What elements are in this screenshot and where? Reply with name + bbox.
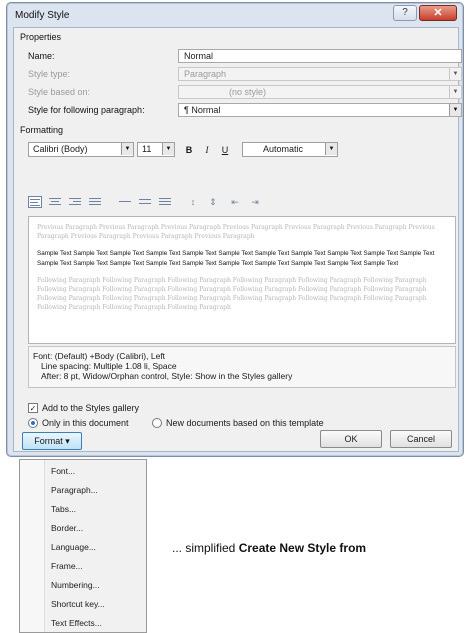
menu-item-tabs[interactable]: Tabs... [51,504,76,514]
one-half-spacing-icon[interactable] [138,196,152,208]
menu-item-numbering[interactable]: Numbering... [51,580,100,590]
align-center-icon[interactable] [48,196,62,208]
style-type-select[interactable]: Paragraph ▼ [178,67,462,81]
style-description: Font: (Default) +Body (Calibri), Left Li… [28,346,456,388]
description-line-3: After: 8 pt, Widow/Orphan control, Style… [41,371,293,381]
bold-button[interactable]: B [182,143,196,157]
chevron-down-icon: ▼ [449,68,461,80]
menu-item-shortcut-key[interactable]: Shortcut key... [51,599,105,609]
caption-bold: Create New Style from [238,541,367,555]
style-based-on-select[interactable]: (no style) ▼ [178,85,462,99]
title-bar: Modify Style ? ✕ [7,3,463,29]
sample-text: Sample Text Sample Text Sample Text Samp… [37,250,435,267]
add-to-gallery-label: Add to the Styles gallery [42,403,140,413]
new-documents-label: New documents based on this template [166,418,324,428]
ok-button[interactable]: OK [320,430,382,448]
new-documents-radio[interactable] [152,418,162,428]
modify-style-dialog: Modify Style ? ✕ Properties Name: Normal… [6,2,464,457]
name-label: Name: [28,51,55,61]
formatting-heading: Formatting [20,125,64,135]
style-type-value: Paragraph [184,69,227,79]
chevron-down-icon: ▼ [162,143,174,155]
double-spacing-icon[interactable] [158,196,172,208]
decrease-indent-icon[interactable]: ⇤ [228,195,242,209]
chevron-down-icon: ▼ [121,143,133,155]
style-based-on-value: (no style) [229,87,267,97]
italic-button[interactable]: I [200,143,214,157]
single-spacing-icon[interactable] [118,196,132,208]
chevron-down-icon: ▼ [449,86,461,98]
menu-item-frame[interactable]: Frame... [51,561,83,571]
menu-item-border[interactable]: Border... [51,523,83,533]
chevron-down-icon: ▼ [449,104,461,116]
font-size-select[interactable]: 11 ▼ [137,142,175,157]
previous-paragraph-text: Previous Paragraph Previous Paragraph Pr… [37,224,435,240]
menu-item-language[interactable]: Language... [51,542,96,552]
only-this-document-radio[interactable] [28,418,38,428]
name-field[interactable]: Normal [178,49,462,63]
following-paragraph-label: Style for following paragraph: [28,105,145,115]
font-color-select[interactable]: Automatic ▼ [242,142,338,157]
align-right-icon[interactable] [68,196,82,208]
chevron-down-icon: ▼ [325,143,337,155]
following-paragraph-select[interactable]: ¶ Normal ▼ [178,103,462,117]
style-based-on-label: Style based on: [28,87,91,97]
align-left-icon[interactable] [28,196,42,208]
font-size-value: 11 [142,144,152,154]
underline-button[interactable]: U [218,143,232,157]
properties-heading: Properties [20,32,62,42]
menu-item-paragraph[interactable]: Paragraph... [51,485,98,495]
line-spacing-icon[interactable]: ↕ [186,195,200,209]
menu-item-font[interactable]: Font... [51,466,75,476]
menu-icon-gutter [20,460,45,632]
dialog-title: Modify Style [15,10,70,21]
help-button[interactable]: ? [393,5,417,21]
font-value: Calibri (Body) [33,144,88,154]
format-button[interactable]: Format ▾ [22,432,82,450]
menu-item-text-effects[interactable]: Text Effects... [51,618,102,628]
description-line-1: Font: (Default) +Body (Calibri), Left [33,351,166,361]
style-type-label: Style type: [28,69,71,79]
close-button[interactable]: ✕ [419,5,457,21]
font-select[interactable]: Calibri (Body) ▼ [28,142,134,157]
caption-prefix: ... simplified [172,541,239,555]
format-menu: Font... Paragraph... Tabs... Border... L… [19,459,147,633]
font-color-value: Automatic [263,144,304,154]
caption-text: ... simplified Create New Style from [172,541,366,555]
dialog-body: Properties Name: Normal Style type: Para… [13,27,462,452]
following-paragraph-text: Following Paragraph Following Paragraph … [37,277,427,311]
paragraph-spacing-icon[interactable]: ⇕ [206,195,220,209]
add-to-gallery-checkbox[interactable]: ✓ [28,403,38,413]
following-paragraph-value: ¶ Normal [184,105,221,115]
style-preview: Previous Paragraph Previous Paragraph Pr… [28,216,456,344]
description-line-2: Line spacing: Multiple 1.08 li, Space [41,361,177,371]
only-this-document-label: Only in this document [42,418,129,428]
justify-icon[interactable] [88,196,102,208]
increase-indent-icon[interactable]: ⇥ [248,195,262,209]
cancel-button[interactable]: Cancel [390,430,452,448]
